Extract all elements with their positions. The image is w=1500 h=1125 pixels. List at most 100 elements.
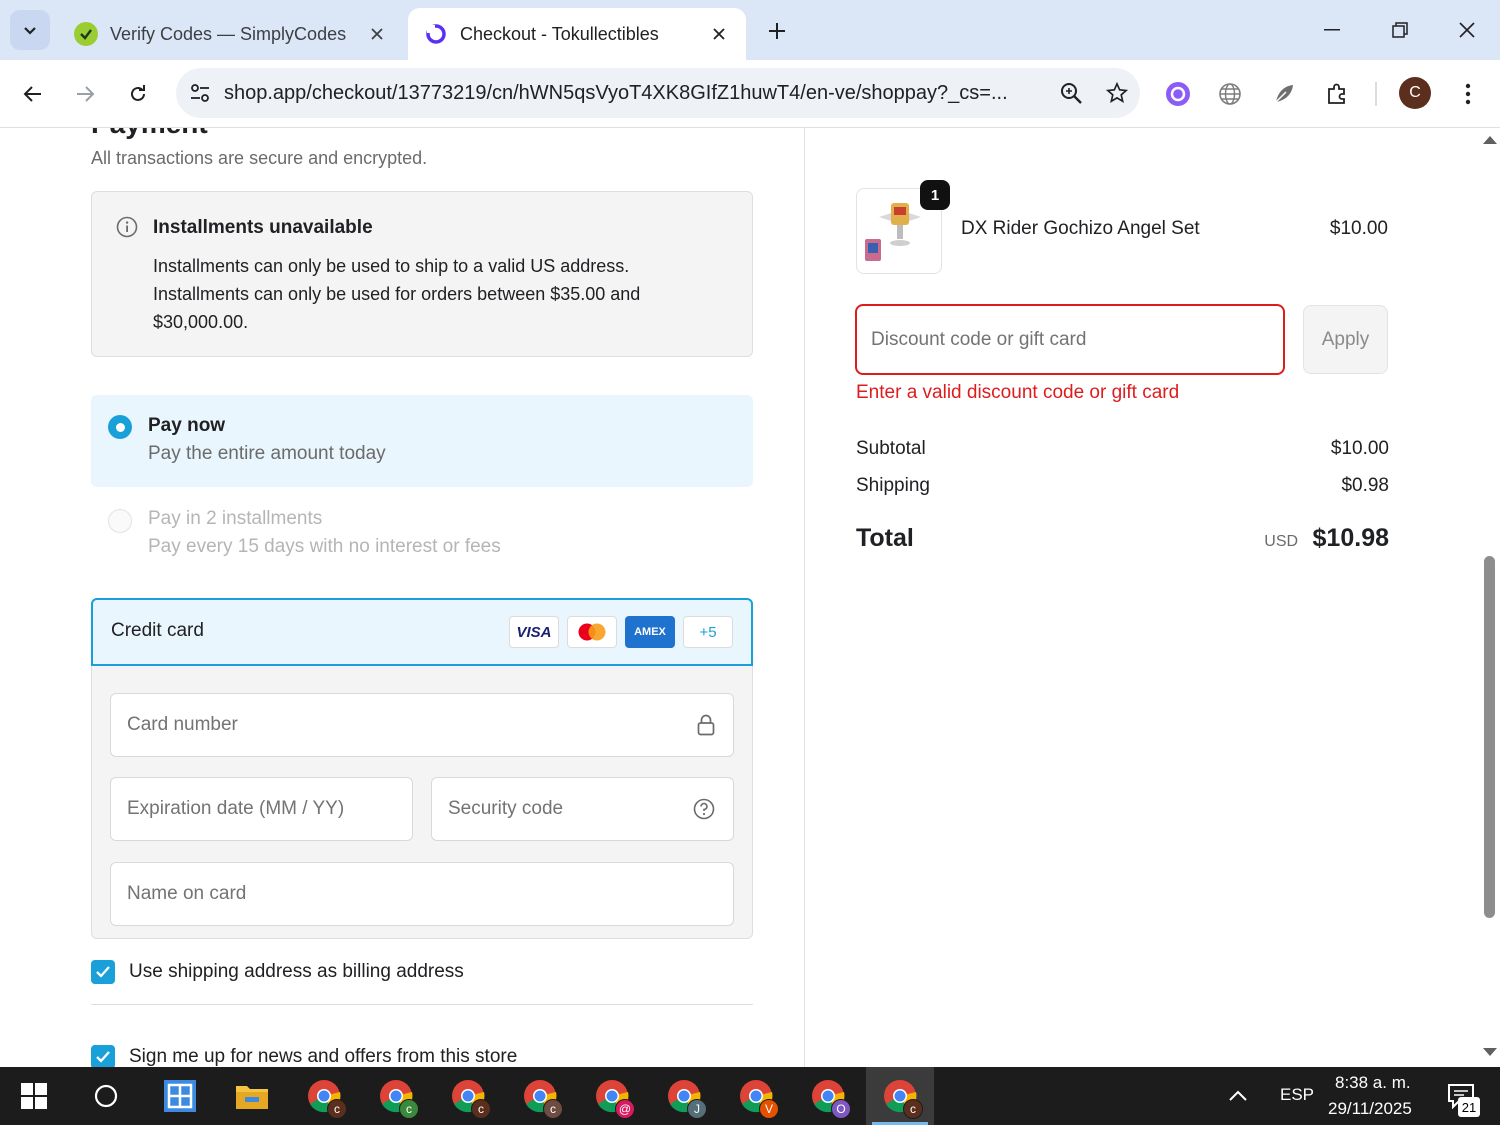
tray-overflow-button[interactable] xyxy=(1218,1067,1258,1125)
chrome-window-3[interactable]: c xyxy=(434,1067,502,1125)
chrome-window-2[interactable]: c xyxy=(362,1067,430,1125)
pay-now-title: Pay now xyxy=(148,415,226,436)
chrome-window-5[interactable]: @ xyxy=(578,1067,646,1125)
chrome-icon: c xyxy=(451,1079,491,1119)
pay-now-radio[interactable] xyxy=(108,415,132,439)
chrome-window-8[interactable]: O xyxy=(794,1067,862,1125)
chevron-down-icon xyxy=(24,27,36,35)
shipping-value: $0.98 xyxy=(1341,475,1389,496)
installments-option[interactable]: Pay in 2 installments Pay every 15 days … xyxy=(91,498,753,568)
name-on-card-input[interactable] xyxy=(111,863,733,925)
extension-purple-icon[interactable] xyxy=(1162,78,1194,110)
search-button[interactable] xyxy=(72,1067,140,1125)
billing-address-checkbox[interactable] xyxy=(91,960,115,984)
cortana-icon xyxy=(94,1084,118,1108)
forward-button[interactable] xyxy=(65,74,105,114)
plus-icon xyxy=(769,23,785,39)
tab-search-button[interactable] xyxy=(10,10,50,50)
newsletter-checkbox[interactable] xyxy=(91,1045,115,1067)
shipping-row: Shipping $0.98 xyxy=(856,475,1389,497)
chrome-icon: V xyxy=(739,1079,779,1119)
language-indicator[interactable]: ESP xyxy=(1280,1085,1314,1105)
chrome-window-6[interactable]: J xyxy=(650,1067,718,1125)
security-code-field[interactable] xyxy=(431,777,734,841)
card-number-input[interactable] xyxy=(111,694,733,756)
visa-logo: VISA xyxy=(509,616,559,648)
close-icon[interactable] xyxy=(366,23,388,45)
back-button[interactable] xyxy=(13,74,53,114)
chrome-icon: c xyxy=(379,1079,419,1119)
credit-card-section: Credit card VISA AMEX +5 xyxy=(91,598,753,939)
chrome-window-4[interactable]: c xyxy=(506,1067,574,1125)
payment-heading: Payment xyxy=(91,128,208,140)
info-icon xyxy=(116,216,138,243)
chrome-window-active[interactable]: c xyxy=(866,1067,934,1125)
arrow-right-icon xyxy=(77,86,95,102)
minimize-button[interactable] xyxy=(1308,12,1356,48)
apply-button[interactable]: Apply xyxy=(1303,305,1388,374)
installments-radio[interactable] xyxy=(108,509,132,533)
scroll-up-arrow[interactable] xyxy=(1483,136,1497,144)
chrome-window-1[interactable]: c xyxy=(290,1067,358,1125)
clock-date[interactable]: 29/11/2025 xyxy=(1328,1099,1412,1119)
card-number-field[interactable] xyxy=(110,693,734,757)
pay-now-option[interactable]: Pay now Pay the entire amount today xyxy=(91,395,753,487)
app-grid-icon xyxy=(164,1080,196,1112)
new-tab-button[interactable] xyxy=(762,16,792,46)
installments-notice-title: Installments unavailable xyxy=(153,217,373,238)
simplycodes-icon xyxy=(74,22,98,46)
scroll-down-arrow[interactable] xyxy=(1483,1048,1497,1056)
close-window-button[interactable] xyxy=(1443,12,1491,48)
expiration-field[interactable] xyxy=(110,777,413,841)
reload-button[interactable] xyxy=(118,74,158,114)
discount-field[interactable] xyxy=(855,304,1285,375)
subtotal-value: $10.00 xyxy=(1330,438,1389,459)
zoom-icon[interactable] xyxy=(1048,73,1094,113)
notifications-button[interactable]: 21 xyxy=(1432,1067,1492,1125)
total-row: Total USD $10.98 xyxy=(856,524,1389,553)
close-icon xyxy=(1459,22,1475,38)
close-icon[interactable] xyxy=(708,23,730,45)
profile-avatar[interactable]: C xyxy=(1399,77,1431,109)
site-settings-icon[interactable] xyxy=(176,84,224,102)
clock-time[interactable]: 8:38 a. m. xyxy=(1335,1073,1411,1093)
help-icon[interactable] xyxy=(693,798,715,825)
shop-icon xyxy=(424,22,448,46)
more-brands-badge: +5 xyxy=(683,616,733,648)
checkmark-icon xyxy=(96,1051,110,1063)
name-on-card-field[interactable] xyxy=(110,862,734,926)
subtotal-label: Subtotal xyxy=(856,438,926,459)
tab-checkout[interactable]: Checkout - Tokullectibles xyxy=(408,8,746,60)
currency-code: USD xyxy=(1264,533,1299,550)
globe-icon[interactable] xyxy=(1214,78,1246,110)
total-value: $10.98 xyxy=(1312,524,1389,552)
chrome-window-7[interactable]: V xyxy=(722,1067,790,1125)
amex-logo: AMEX xyxy=(625,616,675,648)
taskbar-app-blue[interactable] xyxy=(146,1067,214,1125)
newsletter-checkbox-row[interactable]: Sign me up for news and offers from this… xyxy=(91,1045,517,1067)
extension-leaf-icon[interactable] xyxy=(1268,78,1300,110)
scroll-thumb[interactable] xyxy=(1484,556,1495,918)
restore-icon xyxy=(1392,22,1408,38)
page-scrollbar[interactable] xyxy=(1480,128,1500,1067)
file-explorer-button[interactable] xyxy=(218,1067,286,1125)
billing-address-checkbox-row[interactable]: Use shipping address as billing address xyxy=(91,960,464,984)
subtotal-row: Subtotal $10.00 xyxy=(856,438,1389,460)
restore-button[interactable] xyxy=(1376,12,1424,48)
lock-icon xyxy=(697,714,715,741)
credit-card-option[interactable]: Credit card VISA AMEX +5 xyxy=(91,598,753,666)
menu-kebab-icon[interactable] xyxy=(1452,78,1484,110)
total-label: Total xyxy=(856,524,914,552)
tab-simplycodes[interactable]: Verify Codes — SimplyCodes xyxy=(58,8,404,60)
security-code-input[interactable] xyxy=(432,778,733,840)
divider xyxy=(91,1004,753,1005)
chrome-icon: O xyxy=(811,1079,851,1119)
address-bar[interactable]: shop.app/checkout/13773219/cn/hWN5qsVyoT… xyxy=(176,68,1140,118)
start-button[interactable] xyxy=(0,1067,68,1125)
installments-subtitle: Pay every 15 days with no interest or fe… xyxy=(148,536,501,557)
expiration-input[interactable] xyxy=(111,778,412,840)
extensions-puzzle-icon[interactable] xyxy=(1321,78,1353,110)
star-icon[interactable] xyxy=(1094,73,1140,113)
discount-input[interactable] xyxy=(857,306,1283,373)
windows-icon xyxy=(21,1083,47,1109)
